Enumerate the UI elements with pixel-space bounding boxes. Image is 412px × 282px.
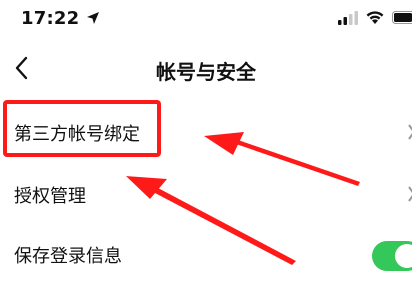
annotation-highlight-box <box>3 100 161 157</box>
chevron-right-icon <box>408 184 412 204</box>
chevron-right-icon <box>408 122 412 142</box>
page-title: 帐号与安全 <box>0 56 412 85</box>
location-arrow-icon <box>86 11 100 25</box>
nav-bar: 帐号与安全 <box>0 44 412 94</box>
row-label: 保存登录信息 <box>14 242 122 268</box>
row-authorization-management[interactable]: 授权管理 <box>0 168 412 222</box>
row-save-login-info: 保存登录信息 <box>0 228 412 282</box>
status-bar: 17:22 <box>0 0 412 40</box>
battery-icon <box>392 10 412 26</box>
wifi-icon <box>365 9 385 25</box>
save-login-toggle[interactable] <box>372 241 412 271</box>
toggle-knob <box>395 244 412 268</box>
row-label: 授权管理 <box>14 182 86 208</box>
status-time: 17:22 <box>21 8 79 29</box>
cellular-signal-icon <box>338 11 358 25</box>
